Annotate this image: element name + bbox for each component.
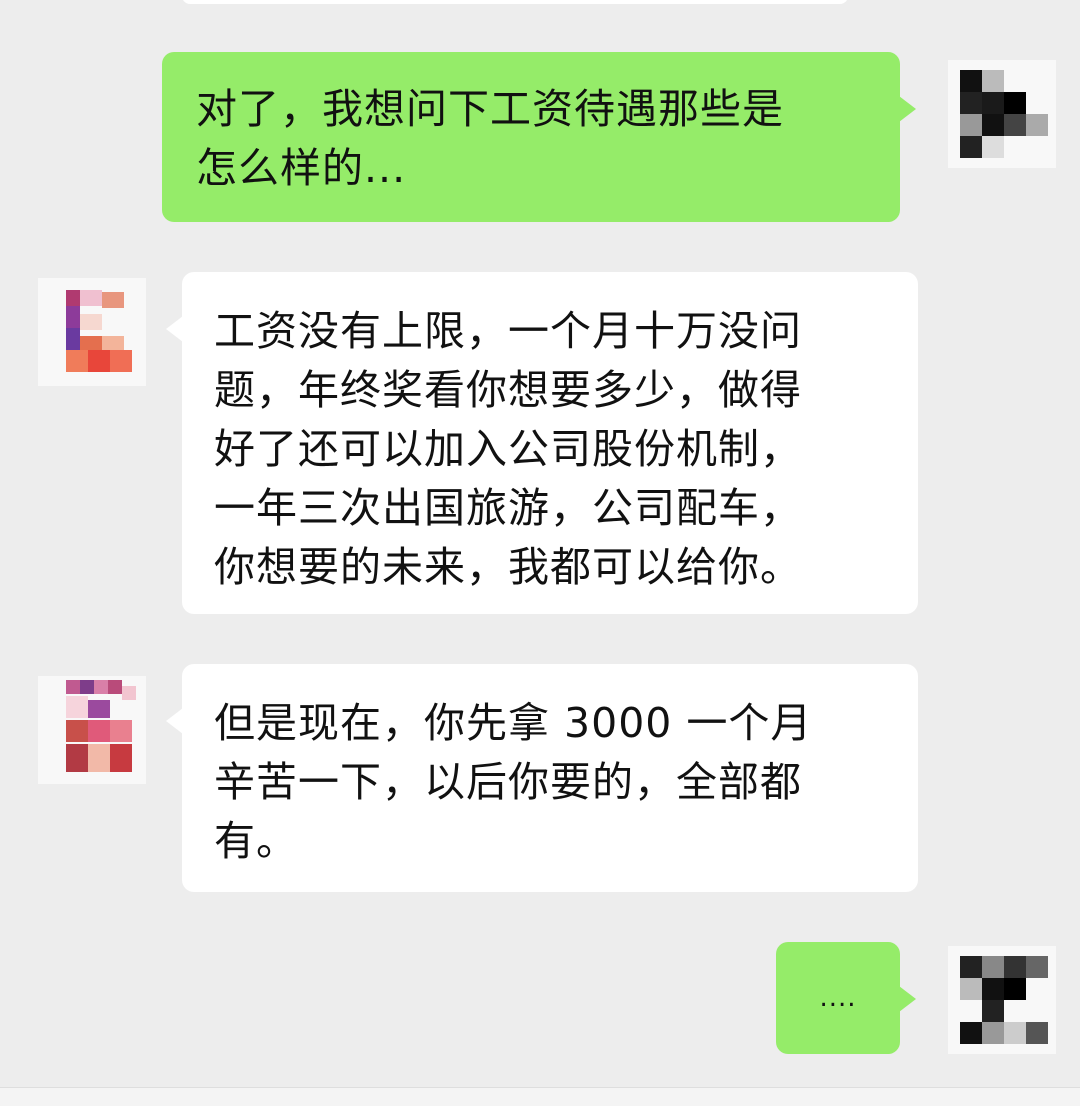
contact-avatar[interactable] — [38, 278, 146, 386]
message-bubble-mine[interactable]: 对了，我想问下工资待遇那些是 怎么样的... — [162, 52, 916, 222]
contact-avatar[interactable] — [38, 676, 146, 784]
bubble-tail — [899, 986, 916, 1012]
previous-message-bubble — [182, 0, 848, 4]
message-text: 工资没有上限，一个月十万没问 题，年终奖看你想要多少，做得 好了还可以加入公司股… — [214, 307, 802, 591]
message-bubble-contact[interactable]: 工资没有上限，一个月十万没问 题，年终奖看你想要多少，做得 好了还可以加入公司股… — [166, 272, 918, 614]
bubble-tail — [899, 96, 916, 122]
my-avatar[interactable] — [948, 60, 1056, 168]
input-bar-edge — [0, 1087, 1080, 1106]
message-text: 但是现在，你先拿 3000 一个月 辛苦一下，以后你要的，全部都 有。 — [214, 699, 813, 865]
bubble-tail — [166, 316, 183, 342]
bubble-tail — [166, 708, 183, 734]
my-avatar[interactable] — [948, 946, 1056, 1054]
message-text: .... — [819, 983, 857, 1013]
message-bubble-contact[interactable]: 但是现在，你先拿 3000 一个月 辛苦一下，以后你要的，全部都 有。 — [166, 664, 918, 892]
message-bubble-mine[interactable]: .... — [776, 942, 916, 1054]
message-text: 对了，我想问下工资待遇那些是 怎么样的... — [196, 85, 784, 192]
